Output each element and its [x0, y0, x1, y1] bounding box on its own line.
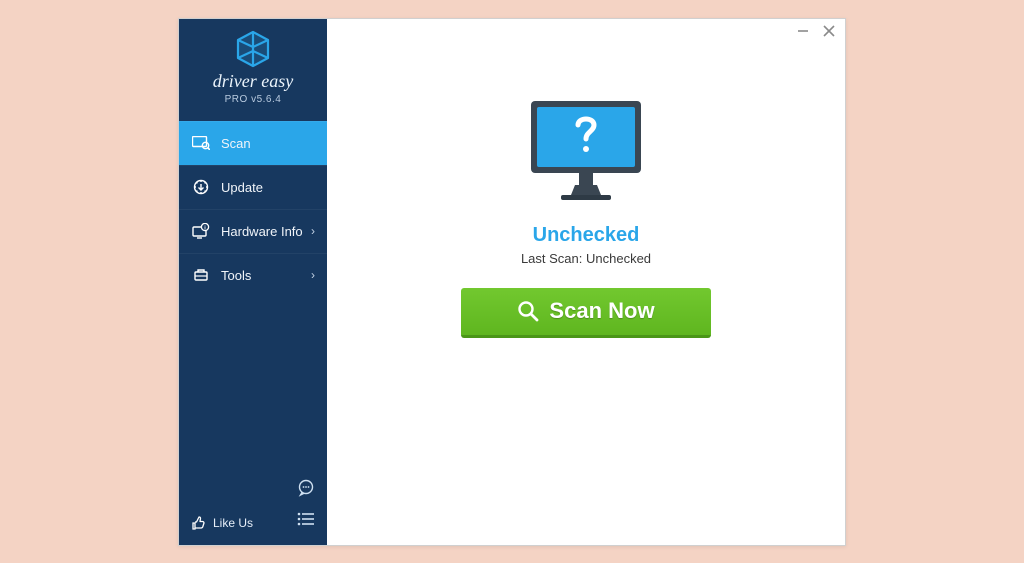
- brand-block: driver easy PRO v5.6.4: [179, 19, 327, 115]
- sidebar-item-hardware-info[interactable]: i Hardware Info ›: [179, 209, 327, 253]
- sidebar-item-label: Scan: [221, 136, 251, 151]
- scan-now-button[interactable]: Scan Now: [461, 288, 711, 338]
- scan-button-label: Scan Now: [549, 298, 654, 324]
- brand-name: driver easy: [213, 71, 293, 92]
- update-gear-icon: [191, 179, 211, 195]
- scan-content: Unchecked Last Scan: Unchecked Scan Now: [461, 95, 711, 338]
- sidebar-item-tools[interactable]: Tools ›: [179, 253, 327, 297]
- sidebar-nav: Scan Update: [179, 121, 327, 297]
- app-window: driver easy PRO v5.6.4 Scan: [178, 18, 846, 546]
- sidebar-item-scan[interactable]: Scan: [179, 121, 327, 165]
- scan-icon: [191, 136, 211, 150]
- magnifier-icon: [517, 300, 539, 322]
- sidebar-corner-icons: [297, 479, 315, 531]
- hardware-info-icon: i: [191, 223, 211, 239]
- tools-icon: [191, 267, 211, 283]
- chevron-right-icon: ›: [311, 268, 315, 282]
- sidebar-item-label: Tools: [221, 268, 251, 283]
- chevron-right-icon: ›: [311, 224, 315, 238]
- menu-list-icon[interactable]: [297, 512, 315, 531]
- feedback-icon[interactable]: [297, 479, 315, 502]
- close-button[interactable]: [823, 25, 835, 40]
- thumbs-up-icon: [191, 515, 207, 531]
- app-logo-icon: [233, 29, 273, 69]
- like-us-button[interactable]: Like Us: [191, 515, 253, 531]
- status-title: Unchecked: [533, 224, 640, 247]
- sidebar-item-label: Update: [221, 180, 263, 195]
- sidebar-bottom: Like Us: [179, 469, 327, 545]
- sidebar-item-label: Hardware Info: [221, 224, 303, 239]
- sidebar: driver easy PRO v5.6.4 Scan: [179, 19, 327, 545]
- minimize-button[interactable]: [797, 25, 809, 40]
- like-us-label: Like Us: [213, 516, 253, 530]
- monitor-illustration: [521, 95, 651, 210]
- brand-version: PRO v5.6.4: [225, 94, 282, 105]
- main-panel: Unchecked Last Scan: Unchecked Scan Now: [327, 19, 845, 545]
- sidebar-item-update[interactable]: Update: [179, 165, 327, 209]
- window-controls: [797, 25, 835, 40]
- status-subtitle: Last Scan: Unchecked: [521, 251, 651, 266]
